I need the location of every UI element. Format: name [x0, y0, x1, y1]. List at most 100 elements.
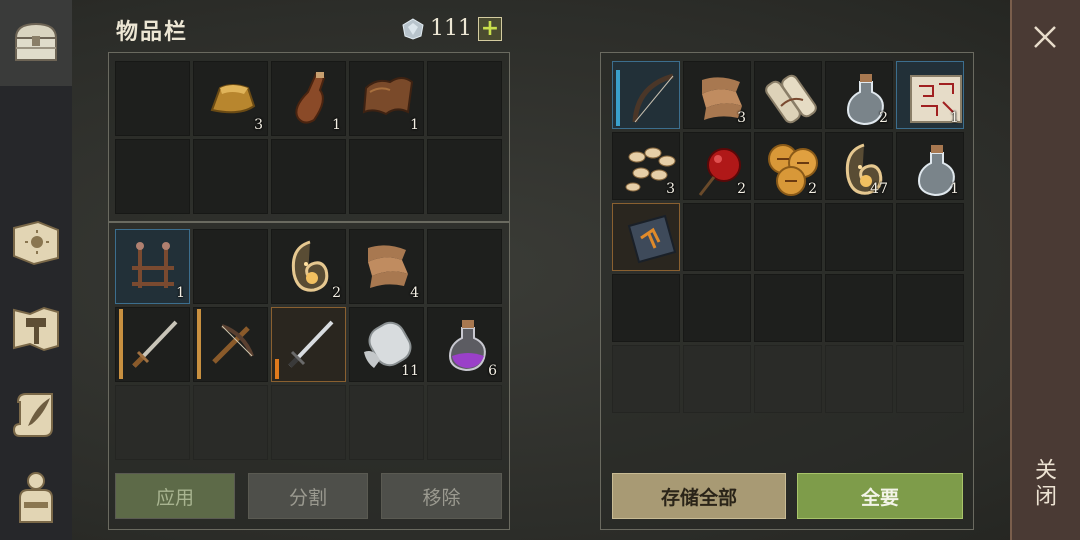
remove-button[interactable]: 移除 — [381, 473, 502, 519]
storage-slot[interactable]: 2 — [683, 132, 751, 200]
inv-bottom-slot[interactable] — [271, 307, 346, 382]
storage-slot[interactable] — [683, 274, 751, 342]
storage-slot[interactable] — [896, 345, 964, 413]
inventory-bottom-grid: 1 2 4 11 6 — [115, 229, 502, 460]
book-icon — [627, 214, 677, 264]
store-all-button[interactable]: 存储全部 — [612, 473, 786, 519]
storage-slot[interactable] — [683, 345, 751, 413]
item-quantity: 2 — [332, 285, 341, 301]
inv-bottom-slot[interactable] — [115, 385, 190, 460]
storage-slot[interactable]: 47 — [825, 132, 893, 200]
sidebar-item-journal[interactable] — [6, 384, 66, 444]
inv-top-slot[interactable]: 3 — [193, 61, 268, 136]
storage-slot[interactable] — [754, 203, 822, 271]
inv-bottom-slot[interactable] — [271, 385, 346, 460]
chest-icon — [14, 22, 58, 61]
storage-slot[interactable] — [612, 203, 680, 271]
storage-slot[interactable] — [612, 274, 680, 342]
sidebar-item-crafting[interactable] — [6, 298, 66, 358]
durability-bar — [616, 70, 620, 126]
storage-slot[interactable] — [612, 345, 680, 413]
item-quantity: 11 — [401, 363, 419, 379]
storage-slot[interactable]: 2 — [754, 132, 822, 200]
close-icon[interactable] — [1030, 22, 1060, 52]
quill-scroll-icon — [12, 393, 53, 437]
inv-bottom-slot[interactable]: 6 — [427, 307, 502, 382]
currency-display: 111 + — [402, 16, 502, 41]
item-quantity: 1 — [176, 285, 185, 301]
sidebar — [0, 0, 72, 540]
item-quantity: 2 — [879, 110, 888, 126]
storage-slot[interactable]: 3 — [683, 61, 751, 129]
inv-top-slot[interactable] — [427, 139, 502, 214]
inv-bottom-slot[interactable] — [193, 307, 268, 382]
item-quantity: 1 — [410, 117, 419, 133]
take-all-button[interactable]: 全要 — [797, 473, 963, 519]
currency-value: 111 — [430, 16, 472, 41]
storage-slot[interactable] — [825, 203, 893, 271]
split-button[interactable]: 分割 — [248, 473, 368, 519]
hammer-map-icon — [13, 306, 59, 352]
character-icon — [19, 472, 53, 523]
item-quantity: 4 — [410, 285, 419, 301]
steel-sword-icon — [288, 320, 334, 368]
storage-slot[interactable]: 1 — [896, 132, 964, 200]
add-currency-button[interactable]: + — [478, 16, 502, 41]
storage-slot[interactable] — [825, 274, 893, 342]
item-quantity: 47 — [870, 181, 888, 197]
bow-icon — [632, 73, 674, 123]
inv-bottom-slot[interactable]: 2 — [271, 229, 346, 304]
apply-button[interactable]: 应用 — [115, 473, 235, 519]
item-quantity: 3 — [737, 110, 746, 126]
inv-bottom-slot[interactable]: 11 — [349, 307, 424, 382]
inv-top-slot[interactable] — [427, 61, 502, 136]
close-button[interactable]: 关闭 — [1031, 458, 1059, 510]
storage-slot[interactable] — [754, 274, 822, 342]
durability-bar — [275, 359, 279, 379]
item-quantity: 2 — [737, 181, 746, 197]
sidebar-item-skills[interactable] — [6, 212, 66, 272]
inv-top-slot[interactable] — [193, 139, 268, 214]
inv-top-slot[interactable] — [115, 61, 190, 136]
item-quantity: 1 — [950, 181, 959, 197]
inv-bottom-slot[interactable]: 4 — [349, 229, 424, 304]
inv-bottom-slot[interactable]: 1 — [115, 229, 190, 304]
sidebar-item-inventory[interactable] — [6, 12, 66, 72]
storage-slot[interactable] — [754, 345, 822, 413]
inventory-top-grid: 3 1 1 — [115, 61, 502, 214]
item-quantity: 1 — [332, 117, 341, 133]
inv-bottom-slot[interactable] — [349, 385, 424, 460]
inv-top-slot[interactable]: 1 — [349, 61, 424, 136]
storage-slot[interactable] — [683, 203, 751, 271]
durability-bar — [119, 309, 123, 379]
storage-slot[interactable] — [896, 274, 964, 342]
inv-top-slot[interactable] — [271, 139, 346, 214]
storage-slot[interactable]: 3 — [612, 132, 680, 200]
storage-slot[interactable] — [825, 345, 893, 413]
inv-bottom-slot[interactable] — [193, 229, 268, 304]
paper-roll-icon — [765, 74, 817, 124]
inv-bottom-slot[interactable] — [427, 229, 502, 304]
inv-bottom-slot[interactable] — [193, 385, 268, 460]
inv-top-slot[interactable] — [349, 139, 424, 214]
storage-slot[interactable]: 1 — [896, 61, 964, 129]
storage-slot[interactable] — [896, 203, 964, 271]
inv-bottom-slot[interactable] — [427, 385, 502, 460]
sword-icon — [132, 320, 178, 368]
crossbow-icon — [212, 324, 254, 364]
item-quantity: 2 — [808, 181, 817, 197]
storage-slot[interactable] — [612, 61, 680, 129]
inv-bottom-slot[interactable] — [115, 307, 190, 382]
item-quantity: 3 — [254, 117, 263, 133]
item-quantity: 1 — [950, 110, 959, 126]
item-quantity: 3 — [666, 181, 675, 197]
storage-slot[interactable] — [754, 61, 822, 129]
item-quantity: 6 — [488, 363, 497, 379]
storage-grid: 3 2 1 3 2 2 47 1 — [612, 61, 964, 413]
page-title: 物品栏 — [116, 20, 189, 45]
inv-top-slot[interactable] — [115, 139, 190, 214]
storage-slot[interactable]: 2 — [825, 61, 893, 129]
sidebar-item-character[interactable] — [6, 466, 66, 526]
sun-book-icon — [13, 220, 59, 266]
inv-top-slot[interactable]: 1 — [271, 61, 346, 136]
